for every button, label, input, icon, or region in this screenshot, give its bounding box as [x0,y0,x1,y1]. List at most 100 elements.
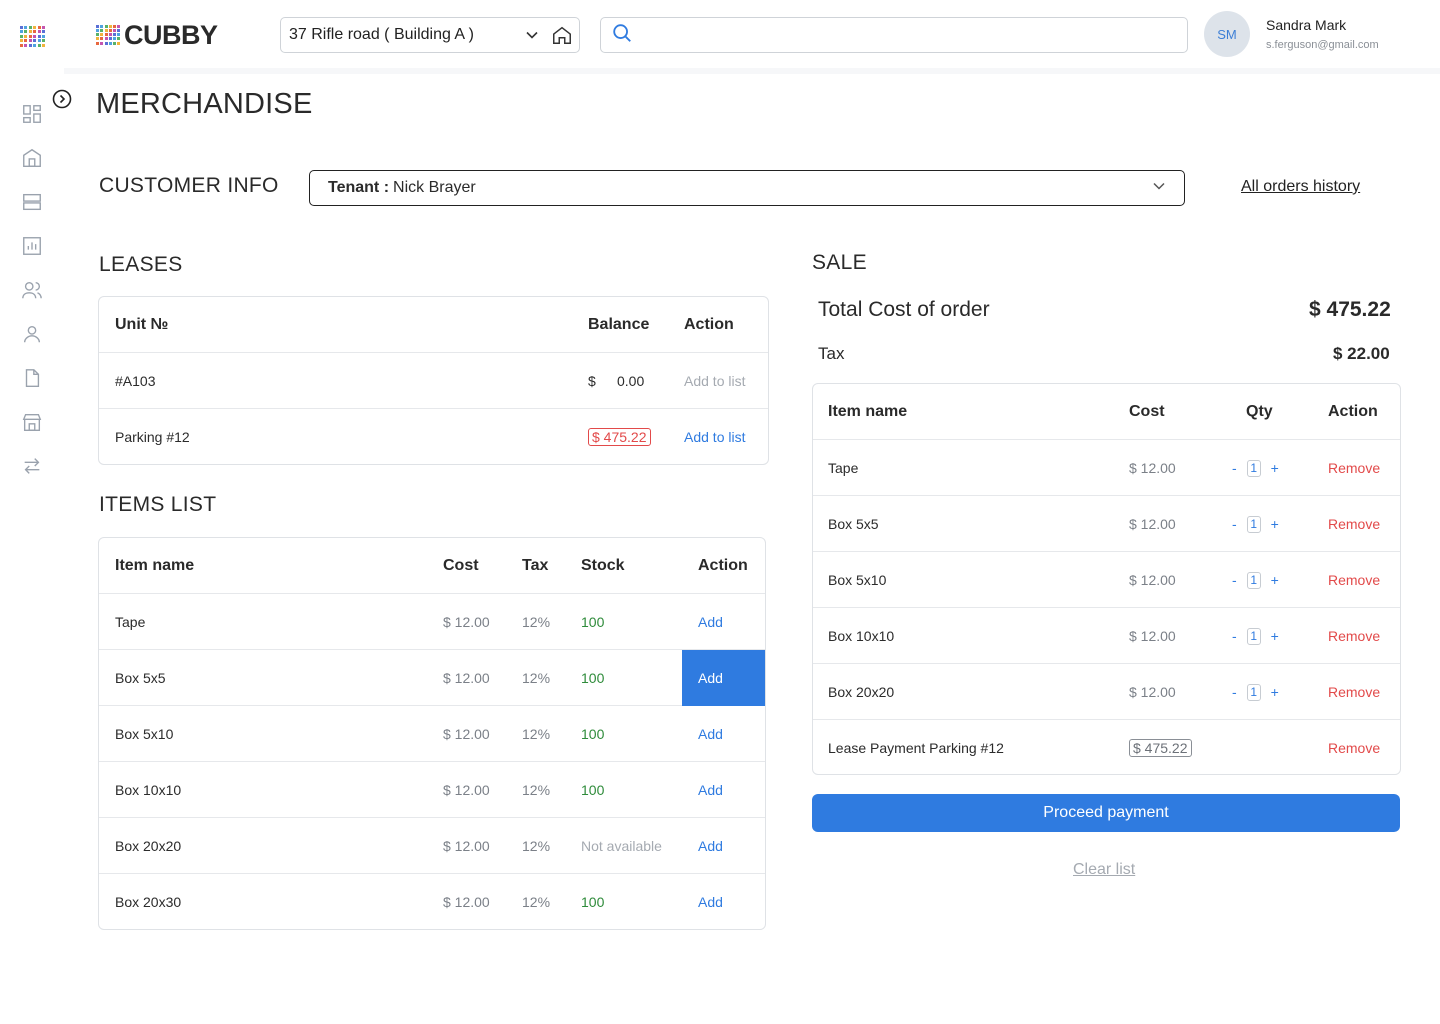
table-row: Tape $ 12.00 - 1 + Remove [813,440,1400,496]
location-select[interactable]: 37 Rifle road ( Building A ) [280,17,580,53]
col-qty: Qty [1246,403,1273,420]
quantity-value[interactable]: 1 [1246,683,1261,701]
remove-button[interactable]: Remove [1328,552,1380,608]
user-menu[interactable]: SM Sandra Mark s.ferguson@gmail.com [1204,11,1379,57]
decrement-button[interactable]: - [1232,684,1237,700]
add-item-button[interactable]: Add [698,874,723,929]
table-row: Box 20x20 $ 12.00 - 1 + Remove [813,664,1400,720]
leases-title: LEASES [99,253,183,276]
quantity-value[interactable]: 1 [1246,627,1261,645]
item-stock: 100 [581,894,605,910]
tenant-select[interactable]: Tenant : Nick Brayer [309,170,1185,206]
add-item-button-hover[interactable]: Add [682,650,765,706]
item-cost: $ 12.00 [1129,460,1176,476]
item-cost: $ 12.00 [443,894,490,910]
remove-button[interactable]: Remove [1328,664,1380,720]
units-icon[interactable] [20,190,44,214]
avatar[interactable]: SM [1204,11,1250,57]
item-tax: 12% [522,670,551,686]
item-name: Box 5x5 [115,670,166,686]
tenants-icon[interactable] [20,278,44,302]
item-cost: $ 12.00 [443,614,490,630]
add-item-button[interactable]: Add [698,706,723,762]
item-cost: $ 12.00 [443,726,490,742]
col-stock: Stock [581,557,625,574]
item-name: Box 5x10 [828,572,887,588]
logo-grid-icon [96,24,121,47]
item-name: Box 5x5 [828,516,879,532]
app-logo[interactable]: CUBBY [96,20,218,51]
search-bar[interactable] [600,17,1188,53]
remove-button[interactable]: Remove [1328,720,1380,774]
proceed-payment-button[interactable]: Proceed payment [812,794,1400,832]
col-balance: Balance [588,316,650,333]
search-input[interactable] [641,20,1187,50]
col-tax: Tax [522,557,549,574]
quantity-value[interactable]: 1 [1246,459,1261,477]
item-name: Tape [115,614,146,630]
col-cost: Cost [1129,403,1165,420]
unit-number: #A103 [115,373,156,389]
increment-button[interactable]: + [1271,572,1279,588]
document-icon[interactable] [20,366,44,390]
add-item-button[interactable]: Add [698,818,723,874]
increment-button[interactable]: + [1271,516,1279,532]
decrement-button[interactable]: - [1232,516,1237,532]
table-header: Unit № Balance Action [99,297,768,353]
store-icon[interactable] [20,410,44,434]
item-name: Box 20x20 [828,684,895,700]
remove-button[interactable]: Remove [1328,496,1380,552]
all-orders-history-link[interactable]: All orders history [1241,178,1360,196]
quantity-stepper[interactable]: - 1 + [1232,515,1279,533]
logo-text: CUBBY [124,20,218,50]
item-stock: 100 [581,670,605,686]
increment-button[interactable]: + [1271,684,1279,700]
expand-sidebar-icon[interactable] [52,89,72,109]
user-icon[interactable] [20,322,44,346]
add-item-button[interactable]: Add [698,762,723,818]
decrement-button[interactable]: - [1232,628,1237,644]
dashboard-icon[interactable] [20,102,44,126]
building-icon[interactable] [20,146,44,170]
remove-button[interactable]: Remove [1328,608,1380,664]
table-row: Lease Payment Parking #12 $ 475.22 Remov… [813,720,1400,774]
table-row: Tape $ 12.00 12% 100 Add [99,594,765,650]
user-name: Sandra Mark [1266,17,1347,33]
chevron-down-icon[interactable] [519,22,545,48]
transfer-icon[interactable] [20,454,44,478]
table-row: Box 5x5 $ 12.00 - 1 + Remove [813,496,1400,552]
col-item-name: Item name [115,557,195,574]
item-stock: 100 [581,782,605,798]
col-item-name: Item name [828,403,908,420]
quantity-stepper[interactable]: - 1 + [1232,571,1279,589]
increment-button[interactable]: + [1271,628,1279,644]
tenant-label: Tenant : [328,179,390,196]
table-row: Box 5x5 $ 12.00 12% 100 Add [99,650,765,706]
col-unit: Unit № [115,316,169,333]
add-to-list-button[interactable]: Add to list [684,409,745,464]
increment-button[interactable]: + [1271,460,1279,476]
table-header: Item name Cost Tax Stock Action [99,538,765,594]
table-row: Box 20x30 $ 12.00 12% 100 Add [99,874,765,929]
remove-button[interactable]: Remove [1328,440,1380,496]
add-item-button[interactable]: Add [698,594,723,650]
quantity-value[interactable]: 1 [1246,515,1261,533]
decrement-button[interactable]: - [1232,460,1237,476]
quantity-value[interactable]: 1 [1246,571,1261,589]
balance-currency: $ [588,373,596,389]
reports-icon[interactable] [20,234,44,258]
home-icon[interactable] [545,18,579,52]
col-action: Action [698,557,748,574]
quantity-stepper[interactable]: - 1 + [1232,683,1279,701]
quantity-stepper[interactable]: - 1 + [1232,627,1279,645]
decrement-button[interactable]: - [1232,572,1237,588]
apps-grid-icon[interactable] [20,26,45,48]
quantity-stepper[interactable]: - 1 + [1232,459,1279,477]
chevron-down-icon[interactable] [1152,179,1166,198]
user-email: s.ferguson@gmail.com [1266,39,1379,51]
item-name: Box 5x10 [115,726,174,742]
clear-list-link[interactable]: Clear list [1073,861,1135,879]
col-cost: Cost [443,557,479,574]
item-name: Box 20x20 [115,838,182,854]
item-tax: 12% [522,838,551,854]
